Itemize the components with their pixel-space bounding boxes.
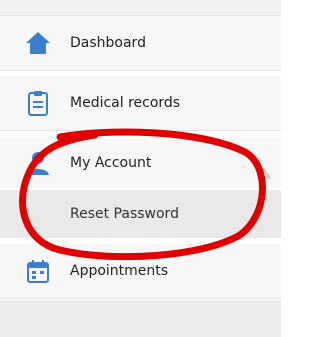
home-icon bbox=[26, 32, 50, 54]
user-icon bbox=[27, 152, 49, 175]
sidebar-item-medical-records[interactable]: Medical records bbox=[0, 76, 281, 131]
sidebar-subitem-reset-password[interactable]: Reset Password bbox=[0, 190, 281, 238]
sidebar-subitem-label: Reset Password bbox=[70, 206, 179, 222]
sidebar-top-strip bbox=[0, 0, 281, 16]
sidebar-item-label: Dashboard bbox=[70, 35, 146, 51]
sidebar-item-dashboard[interactable]: Dashboard bbox=[0, 16, 281, 71]
sidebar-bottom-strip bbox=[0, 300, 281, 337]
sidebar-item-label: Appointments bbox=[70, 263, 169, 279]
sidebar-item-label: Medical records bbox=[70, 95, 181, 111]
sidebar-item-label: My Account bbox=[70, 155, 152, 171]
sidebar-item-appointments[interactable]: Appointments bbox=[0, 244, 281, 299]
clipboard-icon bbox=[28, 91, 48, 116]
sidebar-nav: Dashboard Medical records My Account Res… bbox=[0, 0, 281, 337]
calendar-icon bbox=[27, 260, 49, 283]
chevron-icon bbox=[256, 167, 272, 180]
sidebar-item-my-account[interactable]: My Account bbox=[0, 138, 281, 188]
